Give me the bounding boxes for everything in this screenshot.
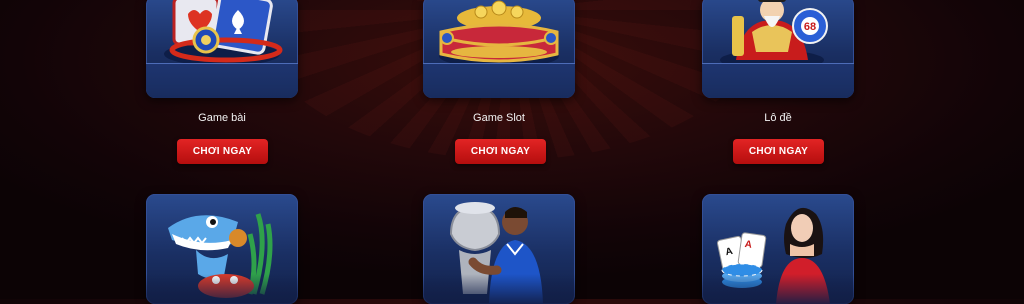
game-label-lo-de: Lô đề (764, 112, 792, 124)
svg-text:A: A (744, 239, 753, 251)
play-now-button-game-slot[interactable]: CHƠI NGAY (455, 139, 546, 164)
game-card-the-thao[interactable] (423, 194, 575, 304)
game-card-lo-de[interactable]: 68 (702, 0, 854, 98)
game-label-game-bai: Game bài (198, 112, 246, 124)
game-card-game-slot[interactable] (423, 0, 575, 98)
game-label-game-slot: Game Slot (473, 112, 525, 124)
lottery-ball-number: 68 (804, 21, 816, 33)
game-card-game-bai[interactable] (146, 0, 298, 98)
game-card-ban-ca[interactable] (146, 194, 298, 304)
game-card-casino[interactable]: A A (702, 194, 854, 304)
play-now-button-lo-de[interactable]: CHƠI NGAY (733, 139, 824, 164)
play-now-button-game-bai[interactable]: CHƠI NGAY (177, 139, 268, 164)
